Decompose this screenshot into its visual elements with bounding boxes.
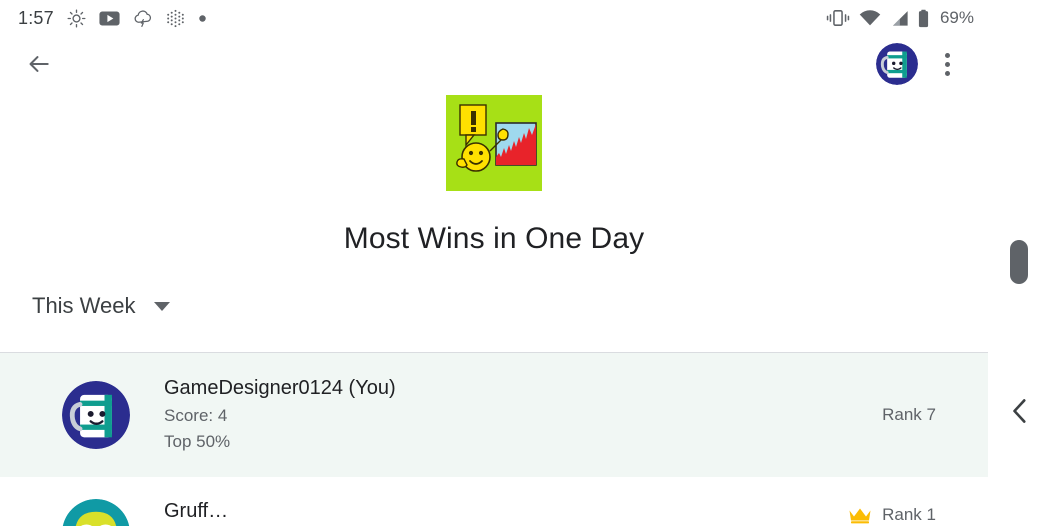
- avatar: [62, 381, 130, 449]
- chevron-down-icon: [153, 301, 170, 311]
- dots-grid-icon: [167, 9, 184, 27]
- overflow-dot-1: [944, 52, 950, 58]
- profile-avatar-button[interactable]: [876, 43, 918, 85]
- player-name: Gruff…: [164, 500, 229, 522]
- page-title: Most Wins in One Day: [343, 222, 645, 255]
- cell-signal-icon: [893, 10, 908, 26]
- wifi-icon: [859, 9, 881, 25]
- avatar: [62, 499, 130, 526]
- row-info: GameDesigner0124 (You) Score: 4 Top 50%: [164, 376, 882, 454]
- status-badge: Rank 7: [882, 405, 936, 424]
- overflow-menu-button[interactable]: [932, 45, 962, 83]
- dot-icon: [199, 14, 206, 22]
- status-badge: Rank 1: [882, 505, 936, 524]
- page-scrollbar-thumb[interactable]: [1010, 240, 1028, 284]
- row-info: Gruff…: [164, 499, 848, 525]
- app-screen: 1:57 69% Most Wins in One Day This Week …: [0, 0, 988, 526]
- toolbar-right-actions: [876, 43, 976, 85]
- table-row[interactable]: GameDesigner0124 (You) Score: 4 Top 50% …: [0, 353, 988, 477]
- back-button[interactable]: [22, 47, 56, 81]
- status-bar: 1:57 69%: [0, 0, 988, 36]
- overflow-dot-3: [944, 70, 950, 76]
- back-arrow-icon: [29, 56, 49, 72]
- weather-cloud-icon: [134, 10, 151, 27]
- player-percentile: Top 50%: [164, 431, 231, 451]
- battery-percentage: 69%: [939, 8, 974, 27]
- table-row[interactable]: Gruff… Rank 1: [0, 477, 988, 526]
- vibrate-icon: [826, 10, 850, 26]
- app-toolbar: [0, 36, 988, 92]
- player-score: Score: 4: [164, 405, 228, 425]
- rank-container: Rank 1: [848, 499, 958, 525]
- status-bar-clock: 1:57: [18, 7, 54, 28]
- battery-icon: [918, 9, 929, 27]
- overflow-dot-2: [944, 61, 950, 67]
- timeframe-filter-label: This Week: [32, 293, 136, 318]
- player-name: GameDesigner0124 (You): [164, 377, 396, 400]
- leaderboard-game-icon: [446, 95, 542, 191]
- brightness-icon: [67, 9, 86, 27]
- timeframe-filter-dropdown[interactable]: This Week: [32, 293, 170, 319]
- status-bar-left: 1:57: [18, 8, 207, 29]
- back-gesture-chevron-icon[interactable]: [1010, 398, 1032, 424]
- rank-container: Rank 7: [882, 405, 958, 425]
- crown-icon: [849, 508, 871, 523]
- leaderboard-list: GameDesigner0124 (You) Score: 4 Top 50% …: [0, 353, 988, 526]
- status-bar-right: 69%: [826, 8, 974, 28]
- youtube-icon: [99, 11, 120, 25]
